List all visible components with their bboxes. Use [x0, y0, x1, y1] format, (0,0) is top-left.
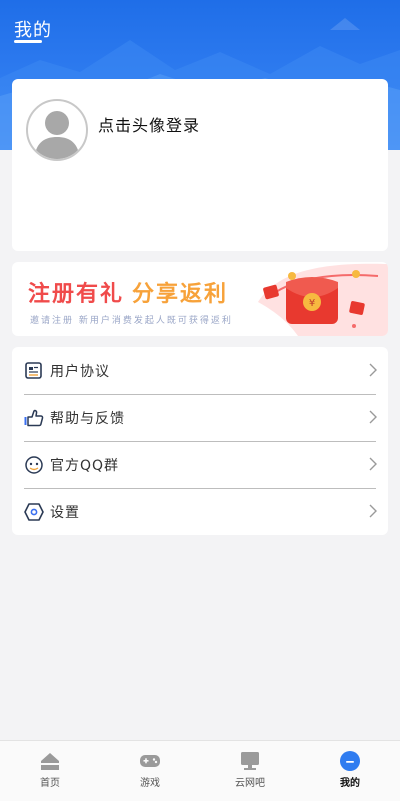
menu-item-settings[interactable]: 设置: [12, 488, 388, 535]
promo-subtitle: 邀请注册 新用户消费发起人既可获得返利: [30, 316, 233, 326]
menu-item-label: 帮助与反馈: [50, 411, 125, 427]
red-envelope-icon: ¥: [258, 263, 388, 336]
menu-item-label: 用户协议: [50, 364, 110, 380]
promo-title-part2: 分享返利: [132, 282, 229, 307]
home-icon: [41, 753, 59, 770]
thumbs-up-icon: [24, 409, 44, 427]
gamepad-icon: [140, 755, 160, 767]
login-prompt[interactable]: 点击头像登录: [98, 112, 200, 136]
tab-cloud-cafe[interactable]: 云网吧: [200, 741, 300, 801]
qq-icon: [25, 456, 43, 474]
chevron-right-icon: [369, 410, 377, 424]
bottom-tab-bar: 首页 游戏 云网吧 我的: [0, 740, 400, 801]
settings-hexagon-icon: [24, 503, 44, 521]
tab-label: 云网吧: [235, 778, 265, 789]
promo-title-part1: 注册有礼: [28, 282, 125, 307]
document-icon: [25, 362, 42, 379]
tab-label: 我的: [340, 778, 360, 789]
tab-label: 游戏: [140, 778, 160, 789]
menu-card: 用户协议 帮助与反馈 官方QQ群 设置: [12, 347, 388, 535]
tab-games[interactable]: 游戏: [100, 741, 200, 801]
tab-profile[interactable]: 我的: [300, 741, 400, 801]
coin-symbol: ¥: [309, 298, 315, 309]
tab-label: 首页: [40, 778, 60, 789]
profile-card: 点击头像登录: [12, 79, 388, 251]
promo-banner[interactable]: 注册有礼 分享返利 邀请注册 新用户消费发起人既可获得返利 ¥: [12, 262, 388, 336]
promo-title: 注册有礼 分享返利: [28, 276, 228, 308]
default-avatar-icon: [34, 111, 80, 159]
avatar[interactable]: [26, 99, 88, 161]
menu-item-help-feedback[interactable]: 帮助与反馈: [12, 394, 388, 441]
chevron-right-icon: [369, 363, 377, 377]
menu-item-label: 设置: [50, 505, 80, 521]
menu-item-user-agreement[interactable]: 用户协议: [12, 347, 388, 394]
chevron-right-icon: [369, 457, 377, 471]
menu-item-qq-group[interactable]: 官方QQ群: [12, 441, 388, 488]
title-underline: [14, 40, 42, 43]
menu-item-label: 官方QQ群: [50, 458, 120, 474]
profile-icon: [340, 751, 360, 771]
page-title: 我的: [14, 20, 52, 41]
chevron-right-icon: [369, 504, 377, 518]
monitor-icon: [241, 752, 259, 770]
tab-home[interactable]: 首页: [0, 741, 100, 801]
